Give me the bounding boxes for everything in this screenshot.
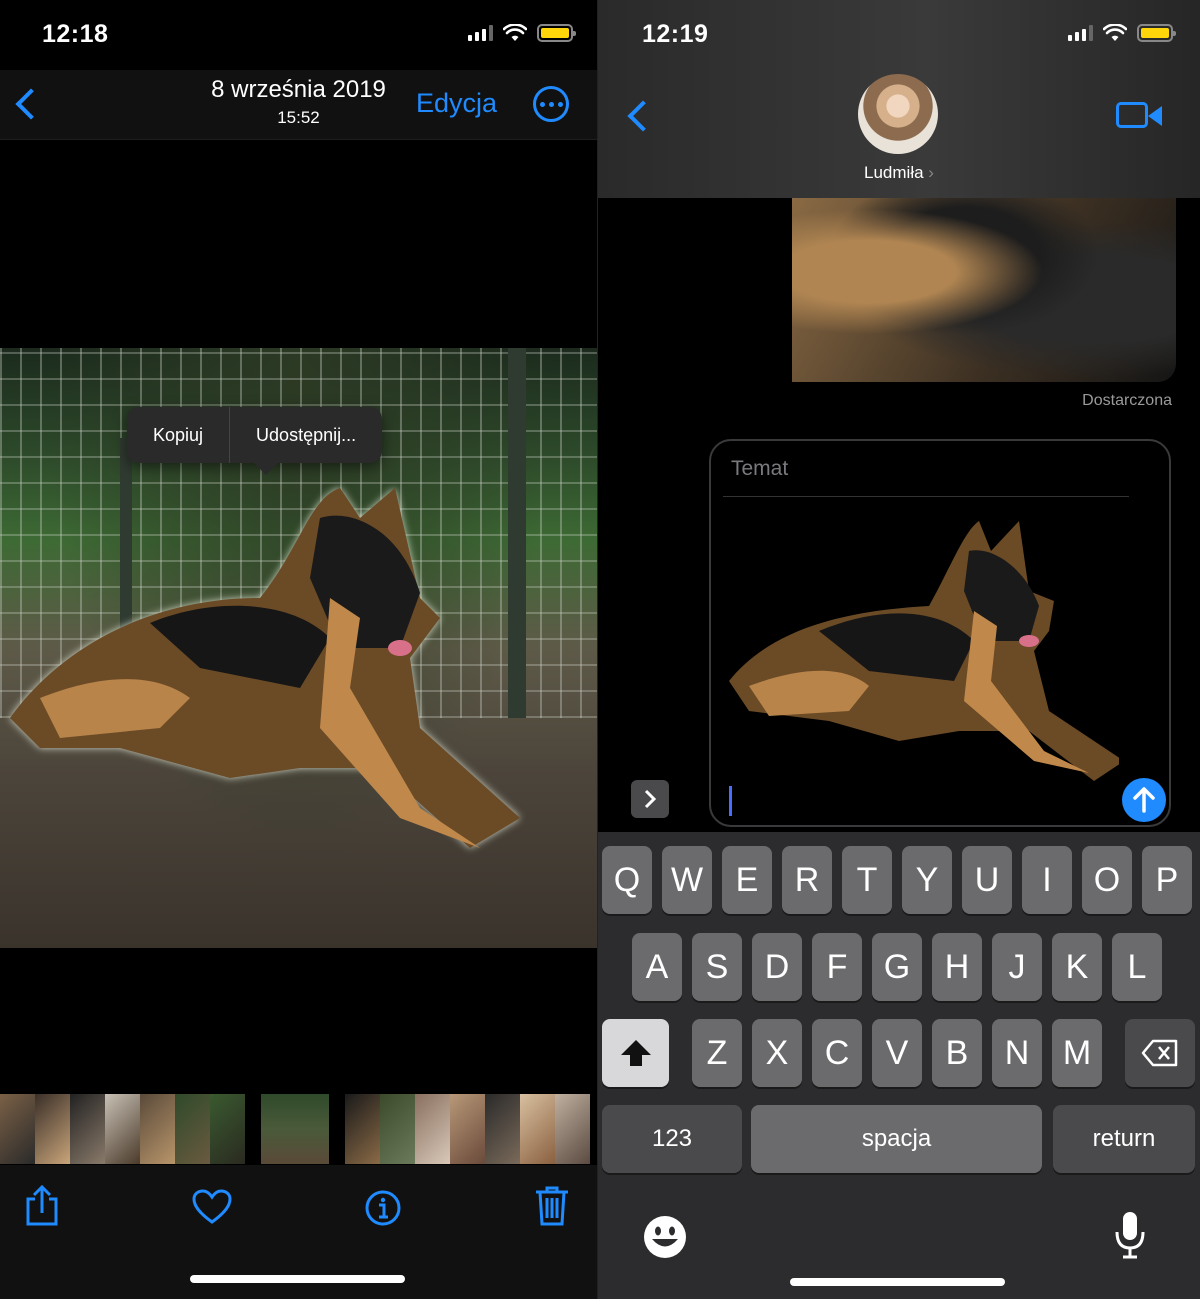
thumbnail[interactable] [0, 1094, 35, 1164]
shift-arrow-icon [620, 1040, 651, 1066]
thumbnail[interactable] [210, 1094, 245, 1164]
space-key[interactable]: spacja [751, 1105, 1042, 1173]
key-n[interactable]: N [992, 1019, 1042, 1087]
photo-navbar: 8 września 2019 15:52 Edycja [0, 70, 597, 140]
home-indicator [190, 1275, 405, 1283]
key-e[interactable]: E [722, 846, 772, 914]
delivered-status: Dostarczona [1082, 392, 1172, 409]
key-i[interactable]: I [1022, 846, 1072, 914]
more-options-icon[interactable] [533, 86, 569, 122]
thumbnail[interactable] [520, 1094, 555, 1164]
status-bar: 12:18 [0, 0, 597, 70]
battery-icon [537, 24, 576, 42]
photo-toolbar [0, 1165, 597, 1299]
shift-key[interactable] [602, 1019, 669, 1087]
thumbnail[interactable] [555, 1094, 590, 1164]
key-p[interactable]: P [1142, 846, 1192, 914]
sent-dog-image[interactable] [792, 198, 1176, 382]
signal-icon [468, 25, 493, 41]
expand-apps-button[interactable] [631, 780, 669, 818]
text-cursor [729, 786, 732, 816]
key-v[interactable]: V [872, 1019, 922, 1087]
thumbnail[interactable] [175, 1094, 210, 1164]
attached-dog-image[interactable] [729, 511, 1119, 786]
numbers-key[interactable]: 123 [602, 1105, 742, 1173]
keyboard: QWERTYUIOP ASDFGHJKL ZXCVBNM 123 spacja … [598, 832, 1200, 1299]
key-z[interactable]: Z [692, 1019, 742, 1087]
thumbnail[interactable] [140, 1094, 175, 1164]
messages-screen: Dostarczona 12:19 Ludmiła › Temat Q W E … [598, 0, 1200, 1299]
status-time: 12:19 [642, 20, 709, 48]
key-y[interactable]: Y [902, 846, 952, 914]
key-f[interactable]: F [812, 933, 862, 1001]
key-c[interactable]: C [812, 1019, 862, 1087]
chevron-right-icon: › [928, 163, 934, 182]
photos-screen: 12:18 8 września 2019 15:52 Edycja Kopiu… [0, 0, 597, 1299]
key-k[interactable]: K [1052, 933, 1102, 1001]
status-icons [1068, 24, 1176, 42]
key-r[interactable]: R [782, 846, 832, 914]
conversation-header: 12:19 Ludmiła › [598, 0, 1200, 198]
thumbnail[interactable] [345, 1094, 380, 1164]
share-icon[interactable] [24, 1185, 60, 1227]
key-g[interactable]: G [872, 933, 922, 1001]
signal-icon [1068, 25, 1093, 41]
thumbnail[interactable] [35, 1094, 70, 1164]
key-w[interactable]: W [662, 846, 712, 914]
backspace-key[interactable] [1125, 1019, 1195, 1087]
thumbnail[interactable] [450, 1094, 485, 1164]
key-q[interactable]: Q [602, 846, 652, 914]
thumbnail[interactable] [105, 1094, 140, 1164]
key-h[interactable]: H [932, 933, 982, 1001]
key-u[interactable]: U [962, 846, 1012, 914]
copy-menu-item[interactable]: Kopiuj [127, 407, 229, 463]
wifi-icon [503, 24, 527, 41]
chevron-right-icon [644, 789, 657, 809]
trash-icon[interactable] [534, 1185, 570, 1227]
info-icon[interactable] [364, 1189, 402, 1227]
status-icons [468, 24, 576, 42]
share-menu-item[interactable]: Udostępnij... [230, 407, 382, 463]
heart-icon[interactable] [192, 1189, 232, 1225]
photo-date-title: 8 września 2019 [211, 76, 386, 103]
photo-context-menu: Kopiuj Udostępnij... [127, 407, 383, 475]
home-indicator [790, 1278, 1005, 1286]
thumbnail-current[interactable] [261, 1094, 329, 1164]
return-key[interactable]: return [1053, 1105, 1195, 1173]
thumbnail[interactable] [70, 1094, 105, 1164]
thumbnail[interactable] [415, 1094, 450, 1164]
thumbnail[interactable] [485, 1094, 520, 1164]
video-call-icon[interactable] [1116, 102, 1162, 128]
thumbnail[interactable] [380, 1094, 415, 1164]
back-chevron-icon[interactable] [627, 100, 659, 132]
wifi-icon [1103, 24, 1127, 41]
key-t[interactable]: T [842, 846, 892, 914]
message-compose-field[interactable]: Temat [709, 439, 1171, 827]
key-s[interactable]: S [692, 933, 742, 1001]
key-j[interactable]: J [992, 933, 1042, 1001]
arrow-up-icon [1133, 787, 1155, 813]
key-o[interactable]: O [1082, 846, 1132, 914]
delete-icon [1141, 1039, 1178, 1067]
contact-avatar[interactable] [858, 74, 938, 154]
edit-button[interactable]: Edycja [416, 88, 497, 119]
key-x[interactable]: X [752, 1019, 802, 1087]
send-button[interactable] [1122, 778, 1166, 822]
emoji-icon[interactable] [642, 1214, 688, 1260]
thumbnail-strip[interactable] [0, 1094, 597, 1164]
key-d[interactable]: D [752, 933, 802, 1001]
status-time: 12:18 [42, 20, 109, 48]
photo-time-subtitle: 15:52 [277, 108, 320, 127]
key-b[interactable]: B [932, 1019, 982, 1087]
battery-icon [1137, 24, 1176, 42]
key-l[interactable]: L [1112, 933, 1162, 1001]
microphone-icon[interactable] [1114, 1210, 1146, 1260]
key-a[interactable]: A [632, 933, 682, 1001]
key-m[interactable]: M [1052, 1019, 1102, 1087]
contact-name[interactable]: Ludmiła › [598, 163, 1200, 183]
subject-input[interactable]: Temat [731, 457, 788, 481]
